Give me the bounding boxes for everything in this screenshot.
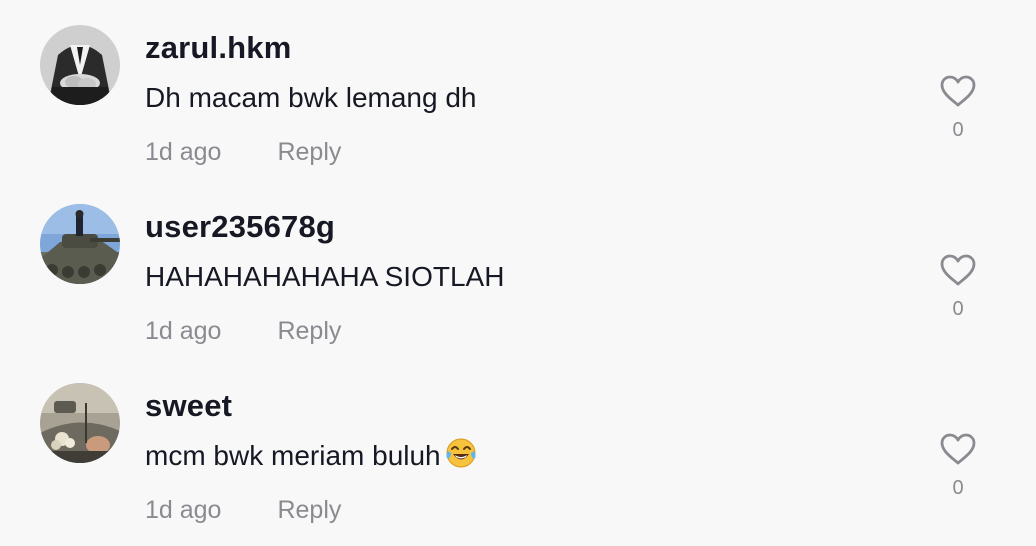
tears-of-joy-icon [446,438,476,468]
like-button[interactable]: 0 [936,253,980,333]
comment-text: Dh macam bwk lemang dh [145,82,477,113]
like-count: 0 [952,298,964,320]
avatar[interactable] [40,204,120,284]
like-button[interactable]: 0 [936,74,980,154]
like-button[interactable]: 0 [936,432,980,512]
comment-time: 1d ago [145,496,222,524]
comment-meta: 1d ago Reply [145,311,341,351]
like-count: 0 [952,477,964,499]
heart-outline-icon [940,433,976,465]
comment-time: 1d ago [145,317,222,345]
comment-username[interactable]: sweet [145,386,232,426]
avatar[interactable] [40,383,120,463]
reply-button[interactable]: Reply [277,317,341,345]
comment-text-content: mcm bwk meriam buluh [145,440,441,471]
comment-username[interactable]: user235678g [145,207,335,247]
comment-meta: 1d ago Reply [145,132,341,172]
like-count: 0 [952,119,964,141]
heart-outline-icon [940,75,976,107]
avatar[interactable] [40,25,120,105]
avatar-image [40,25,120,105]
reply-button[interactable]: Reply [277,496,341,524]
reply-button[interactable]: Reply [277,138,341,166]
avatar-image [40,204,120,284]
comment-username[interactable]: zarul.hkm [145,28,292,68]
heart-outline-icon [940,254,976,286]
comment-text: HAHAHAHAHAHA SIOTLAH [145,261,505,292]
comment-item: zarul.hkm Dh macam bwk lemang dh 1d ago R… [0,0,1036,179]
comment-meta: 1d ago Reply [145,490,341,530]
tears-of-joy-emoji-icon [445,437,477,480]
comment-text: mcm bwk meriam buluh [145,436,477,480]
comment-time: 1d ago [145,138,222,166]
avatar-image [40,383,120,463]
comment-item: sweet mcm bwk meriam buluh 1d ago Reply 0 [0,358,1036,537]
comment-item: user235678g HAHAHAHAHAHA SIOTLAH 1d ago R… [0,179,1036,358]
